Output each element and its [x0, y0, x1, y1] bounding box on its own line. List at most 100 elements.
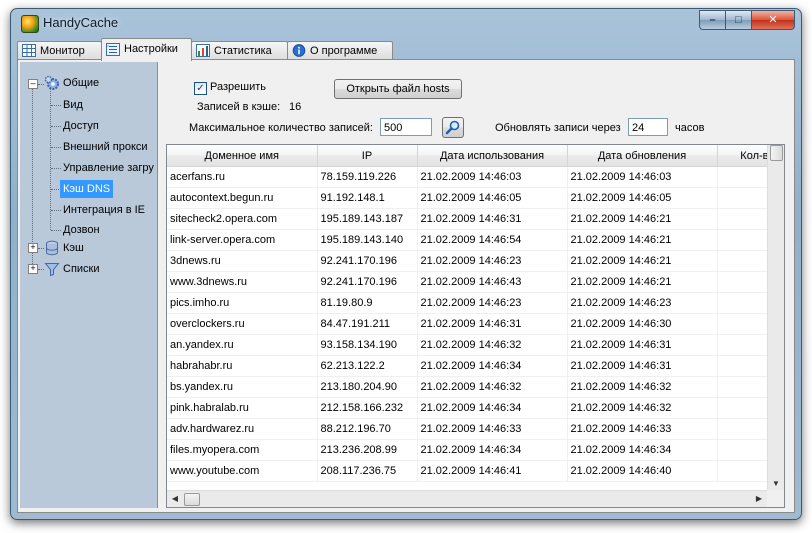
tree-item-external-proxy[interactable]: Внешний прокси	[63, 138, 148, 156]
scroll-down-arrow[interactable]: ▼	[768, 479, 784, 488]
table-row[interactable]: www.youtube.com 208.117.236.75 21.02.2009 …	[167, 460, 784, 482]
app-window: HandyCache – □ ✕ Монитор Настройки Стати…	[10, 8, 802, 520]
cell-updated: 21.02.2009 14:46:05	[567, 187, 718, 209]
minimize-button[interactable]: –	[699, 10, 726, 30]
monitor-grid-icon	[22, 44, 36, 57]
tree-item-general[interactable]: Общие	[63, 74, 99, 92]
cell-domain: overclockers.ru	[167, 313, 318, 335]
filter-funnel-icon	[44, 263, 60, 277]
tree-item-access[interactable]: Доступ	[63, 117, 99, 135]
cell-updated: 21.02.2009 14:46:33	[567, 418, 718, 440]
cell-domain: pink.habralab.ru	[167, 397, 318, 419]
table-row[interactable]: pics.imho.ru 81.19.80.9 21.02.2009 14:46:2…	[167, 292, 784, 314]
lookup-button[interactable]	[442, 117, 464, 138]
cell-last-used: 21.02.2009 14:46:34	[417, 355, 568, 377]
cell-updated: 21.02.2009 14:46:40	[567, 460, 718, 482]
cell-domain: link-server.opera.com	[167, 229, 318, 251]
cell-updated: 21.02.2009 14:46:21	[567, 250, 718, 272]
vertical-scroll-thumb[interactable]	[770, 145, 783, 161]
horizontal-scroll-thumb[interactable]	[184, 493, 200, 506]
tree-connector	[51, 230, 61, 231]
tree-item-dialup[interactable]: Дозвон	[63, 221, 100, 239]
tree-item-view[interactable]: Вид	[63, 96, 83, 114]
table-row[interactable]: 3dnews.ru 92.241.170.196 21.02.2009 14:46:…	[167, 250, 784, 272]
magnifier-icon	[445, 120, 460, 135]
tree-root-line	[32, 87, 33, 266]
tab-about[interactable]: О программе	[287, 41, 393, 60]
expand-lists-toggle[interactable]: +	[28, 264, 38, 274]
dns-cache-table[interactable]: Доменное имя IP Дата использования Дата …	[166, 144, 785, 508]
horizontal-scrollbar[interactable]: ◀ ▶	[167, 490, 767, 507]
cell-updated: 21.02.2009 14:46:34	[567, 439, 718, 461]
column-header-domain[interactable]: Доменное имя	[167, 145, 318, 167]
vertical-scrollbar[interactable]: ▲ ▼	[767, 145, 784, 490]
expand-cache-toggle[interactable]: +	[28, 243, 38, 253]
tree-item-download-control[interactable]: Управление загру	[63, 159, 154, 177]
settings-page: – Общие Вид Доступ Внешний прокси Управл…	[17, 59, 795, 513]
enable-dns-cache-checkbox[interactable]: ✓	[194, 82, 207, 95]
cell-ip: 91.192.148.1	[317, 187, 418, 209]
cell-domain: bs.yandex.ru	[167, 376, 318, 398]
table-row[interactable]: files.myopera.com 213.236.208.99 21.02.200…	[167, 439, 784, 461]
settings-tree[interactable]: – Общие Вид Доступ Внешний прокси Управл…	[20, 62, 158, 508]
table-row[interactable]: adv.hardwarez.ru 88.212.196.70 21.02.2009 …	[167, 418, 784, 440]
tab-settings[interactable]: Настройки	[101, 38, 192, 61]
open-hosts-file-button[interactable]: Открыть файл hosts	[334, 79, 462, 99]
tree-connector	[51, 126, 61, 127]
cell-last-used: 21.02.2009 14:46:23	[417, 292, 568, 314]
cell-domain: habrahabr.ru	[167, 355, 318, 377]
close-button[interactable]: ✕	[752, 10, 795, 30]
cell-ip: 81.19.80.9	[317, 292, 418, 314]
cell-domain: files.myopera.com	[167, 439, 318, 461]
tree-connector	[51, 147, 61, 148]
table-row[interactable]: link-server.opera.com 195.189.143.140 21.0…	[167, 229, 784, 251]
tab-statistics[interactable]: Статистика	[191, 41, 288, 60]
tree-item-cache[interactable]: Кэш	[63, 239, 84, 257]
table-row[interactable]: habrahabr.ru 62.213.122.2 21.02.2009 14:46…	[167, 355, 784, 377]
cell-domain: autocontext.begun.ru	[167, 187, 318, 209]
column-header-ip[interactable]: IP	[317, 145, 418, 167]
cell-last-used: 21.02.2009 14:46:43	[417, 271, 568, 293]
cell-ip: 195.189.143.187	[317, 208, 418, 230]
cell-domain: www.youtube.com	[167, 460, 318, 482]
cell-last-used: 21.02.2009 14:46:54	[417, 229, 568, 251]
refresh-interval-input[interactable]: 24	[628, 118, 668, 136]
cell-last-used: 21.02.2009 14:46:03	[417, 166, 568, 188]
tree-item-ie-integration[interactable]: Интеграция в IE	[63, 201, 145, 219]
dns-cache-panel: ✓ Разрешить Открыть файл hosts Записей в…	[160, 62, 790, 508]
expand-general-toggle[interactable]: –	[28, 79, 38, 89]
scroll-right-arrow[interactable]: ▶	[751, 494, 767, 503]
tab-monitor[interactable]: Монитор	[17, 41, 102, 60]
title-bar[interactable]: HandyCache – □ ✕	[11, 9, 801, 37]
cell-updated: 21.02.2009 14:46:31	[567, 334, 718, 356]
info-icon	[292, 44, 306, 57]
cell-last-used: 21.02.2009 14:46:34	[417, 439, 568, 461]
column-header-last-used[interactable]: Дата использования	[417, 145, 568, 167]
hours-label: часов	[675, 122, 705, 134]
table-row[interactable]: autocontext.begun.ru 91.192.148.1 21.02.20…	[167, 187, 784, 209]
cell-ip: 78.159.119.226	[317, 166, 418, 188]
tree-item-lists[interactable]: Списки	[63, 260, 100, 278]
cell-last-used: 21.02.2009 14:46:32	[417, 334, 568, 356]
table-header-row: Доменное имя IP Дата использования Дата …	[167, 145, 784, 167]
table-row[interactable]: pink.habralab.ru 212.158.166.232 21.02.200…	[167, 397, 784, 419]
table-row[interactable]: sitecheck2.opera.com 195.189.143.187 21.02…	[167, 208, 784, 230]
enable-dns-cache-label[interactable]: Разрешить	[210, 81, 266, 93]
maximize-button[interactable]: □	[726, 10, 752, 30]
cell-ip: 213.236.208.99	[317, 439, 418, 461]
cell-updated: 21.02.2009 14:46:32	[567, 397, 718, 419]
table-row[interactable]: overclockers.ru 84.47.191.211 21.02.2009 1…	[167, 313, 784, 335]
tree-item-dns-cache[interactable]: Кэш DNS	[60, 180, 114, 198]
cell-last-used: 21.02.2009 14:46:41	[417, 460, 568, 482]
column-header-updated[interactable]: Дата обновления	[567, 145, 718, 167]
tab-settings-label: Настройки	[124, 43, 178, 55]
scroll-left-arrow[interactable]: ◀	[167, 494, 183, 503]
window-title: HandyCache	[43, 15, 119, 30]
table-row[interactable]: acerfans.ru 78.159.119.226 21.02.2009 14:4…	[167, 166, 784, 188]
cell-ip: 208.117.236.75	[317, 460, 418, 482]
max-records-input[interactable]: 500	[380, 118, 432, 136]
table-row[interactable]: an.yandex.ru 93.158.134.190 21.02.2009 14:…	[167, 334, 784, 356]
cell-domain: an.yandex.ru	[167, 334, 318, 356]
table-row[interactable]: bs.yandex.ru 213.180.204.90 21.02.2009 14:…	[167, 376, 784, 398]
table-row[interactable]: www.3dnews.ru 92.241.170.196 21.02.2009 14…	[167, 271, 784, 293]
